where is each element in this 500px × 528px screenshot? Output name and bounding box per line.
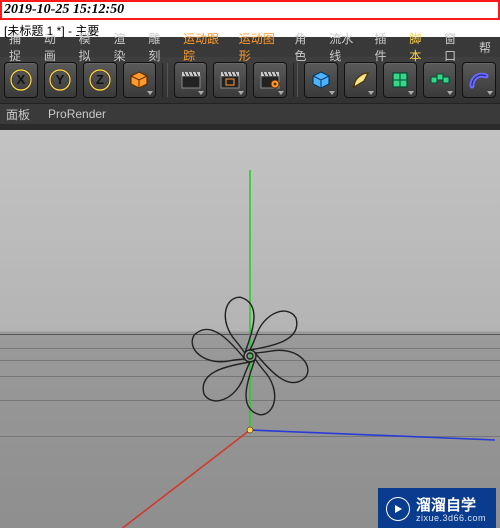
- menu-item-帮[interactable]: 帮: [472, 37, 498, 58]
- axis-z-icon[interactable]: Z: [83, 62, 117, 98]
- panel-tab-ProRender[interactable]: ProRender: [48, 107, 106, 121]
- svg-text:Y: Y: [56, 72, 65, 87]
- toolbar-separator: [293, 63, 299, 97]
- menu-item-渲染[interactable]: 渲染: [106, 28, 141, 66]
- axis-y-icon[interactable]: Y: [44, 62, 78, 98]
- timestamp-text: 2019-10-25 15:12:50: [4, 2, 124, 17]
- menu-item-运动图形[interactable]: 运动图形: [232, 28, 288, 66]
- render-settings-icon[interactable]: [253, 62, 287, 98]
- menu-item-窗口[interactable]: 窗口: [437, 28, 472, 66]
- panel-tab-bar: 面板 ProRender: [0, 103, 500, 124]
- viewport-wrap: 溜溜自学 zixue.3d66.com: [0, 124, 500, 528]
- watermark: 溜溜自学 zixue.3d66.com: [378, 488, 496, 528]
- array-icon[interactable]: [423, 62, 457, 98]
- watermark-url: zixue.3d66.com: [416, 513, 486, 523]
- chevron-down-icon: [368, 91, 374, 95]
- toolbar-separator: [162, 63, 168, 97]
- menu-item-角色[interactable]: 角色: [287, 28, 322, 66]
- primitive-cube-icon[interactable]: [304, 62, 338, 98]
- menu-item-模拟[interactable]: 模拟: [72, 28, 107, 66]
- play-icon: [386, 497, 410, 521]
- axis-x-icon[interactable]: X: [4, 62, 38, 98]
- render-region-icon[interactable]: [213, 62, 247, 98]
- chevron-down-icon: [487, 91, 493, 95]
- spline-pen-icon[interactable]: [344, 62, 378, 98]
- chevron-down-icon: [278, 91, 284, 95]
- menu-item-捕捉[interactable]: 捕捉: [2, 28, 37, 66]
- svg-text:X: X: [16, 72, 25, 87]
- subdivision-icon[interactable]: [383, 62, 417, 98]
- menu-item-插件[interactable]: 插件: [367, 28, 402, 66]
- menu-bar: 捕捉动画模拟渲染雕刻运动跟踪运动图形角色流水线插件脚本窗口帮: [0, 37, 500, 57]
- watermark-title: 溜溜自学: [416, 494, 486, 515]
- menu-item-雕刻[interactable]: 雕刻: [141, 28, 176, 66]
- chevron-down-icon: [147, 91, 153, 95]
- timestamp-bar: 2019-10-25 15:12:50: [0, 0, 500, 20]
- coord-system-icon[interactable]: [123, 62, 157, 98]
- chevron-down-icon: [329, 91, 335, 95]
- menu-item-流水线[interactable]: 流水线: [322, 28, 367, 66]
- viewport-3d[interactable]: 溜溜自学 zixue.3d66.com: [0, 130, 500, 528]
- bend-deformer-icon[interactable]: [462, 62, 496, 98]
- chevron-down-icon: [447, 91, 453, 95]
- chevron-down-icon: [198, 91, 204, 95]
- menu-item-动画[interactable]: 动画: [37, 28, 72, 66]
- panel-tab-面板[interactable]: 面板: [6, 106, 30, 123]
- flower-spline[interactable]: [190, 296, 310, 416]
- svg-text:Z: Z: [96, 72, 104, 87]
- menu-item-运动跟踪[interactable]: 运动跟踪: [176, 28, 232, 66]
- render-frame-icon[interactable]: [174, 62, 208, 98]
- chevron-down-icon: [238, 91, 244, 95]
- chevron-down-icon: [408, 91, 414, 95]
- menu-item-脚本[interactable]: 脚本: [402, 28, 437, 66]
